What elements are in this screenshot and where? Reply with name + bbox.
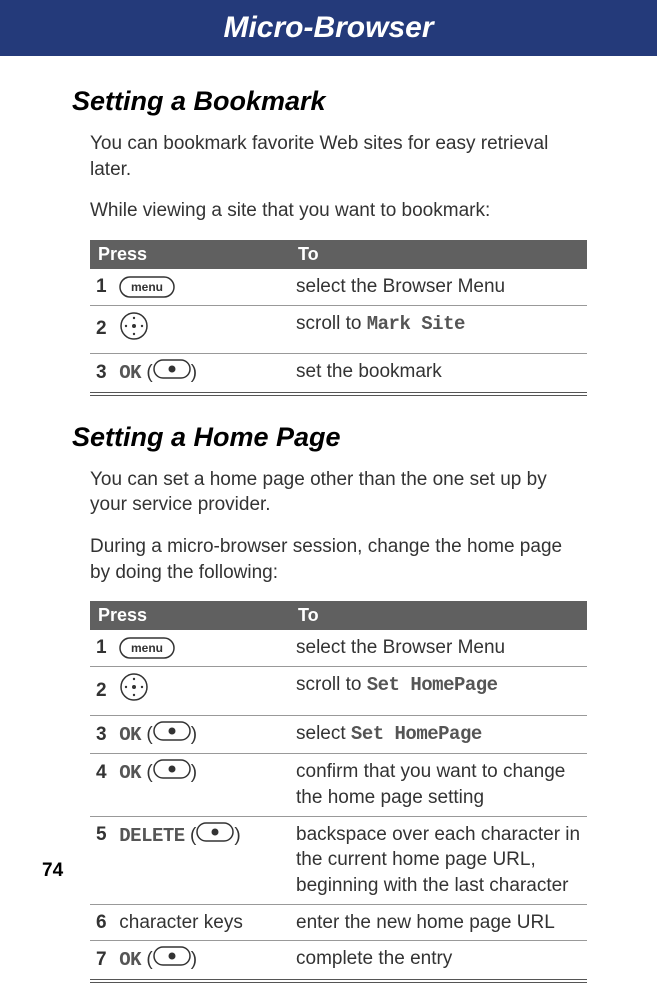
- section1-p2: While viewing a site that you want to bo…: [90, 198, 587, 224]
- press-cell: 3 OK (): [90, 715, 290, 754]
- section1-table: Press To 1 menu select the Browser Menu 2 …: [90, 240, 587, 396]
- select-button-icon: [153, 759, 191, 787]
- to-cell: select the Browser Menu: [290, 630, 587, 666]
- to-cell: complete the entry: [290, 941, 587, 980]
- to-key: Set HomePage: [367, 674, 498, 696]
- table-row: 3 OK ()select Set HomePage: [90, 715, 587, 754]
- ok-label: OK: [119, 949, 141, 971]
- section2-table: Press To 1 menu select the Browser Menu 2 …: [90, 601, 587, 982]
- delete-label: DELETE: [119, 824, 184, 846]
- to-text: select the Browser Menu: [296, 637, 505, 658]
- table-row: 5 DELETE ()backspace over each character…: [90, 816, 587, 904]
- section2-p2: During a micro-browser session, change t…: [90, 534, 587, 585]
- to-cell: set the bookmark: [290, 354, 587, 393]
- svg-text:menu: menu: [131, 280, 163, 294]
- table-row: 1 menu select the Browser Menu: [90, 630, 587, 666]
- menu-button-icon: menu: [119, 276, 175, 298]
- page-title: Micro-Browser: [223, 11, 433, 45]
- to-cell: confirm that you want to change the home…: [290, 754, 587, 816]
- col-to: To: [290, 240, 587, 269]
- step-number: 2: [96, 678, 114, 704]
- table-row: 1 menu select the Browser Menu: [90, 269, 587, 305]
- section2-title: Setting a Home Page: [72, 422, 587, 453]
- step-number: 2: [96, 316, 114, 342]
- ok-label: OK: [119, 362, 141, 384]
- ok-label: OK: [119, 724, 141, 746]
- select-button-icon: [153, 721, 191, 749]
- to-text: enter the new home page URL: [296, 912, 555, 933]
- to-text: complete the entry: [296, 948, 452, 969]
- page-number: 74: [42, 860, 63, 882]
- press-cell: 5 DELETE (): [90, 816, 290, 904]
- to-key: Mark Site: [367, 313, 465, 335]
- to-text: select: [296, 723, 351, 744]
- header-bar: Micro-Browser: [0, 0, 657, 56]
- press-cell: 1 menu: [90, 630, 290, 666]
- to-cell: scroll to Set HomePage: [290, 667, 587, 716]
- svg-text:menu: menu: [131, 641, 163, 655]
- press-cell: 1 menu: [90, 269, 290, 305]
- step-number: 6: [96, 910, 114, 936]
- select-button-icon: [196, 822, 234, 850]
- step-number: 7: [96, 947, 114, 973]
- section1-title: Setting a Bookmark: [72, 86, 587, 117]
- step-number: 3: [96, 722, 114, 748]
- press-cell: 3 OK (): [90, 354, 290, 393]
- press-cell: 7 OK (): [90, 941, 290, 980]
- col-to: To: [290, 601, 587, 630]
- to-cell: enter the new home page URL: [290, 904, 587, 941]
- col-press: Press: [90, 240, 290, 269]
- to-key: Set HomePage: [351, 723, 482, 745]
- to-cell: backspace over each character in the cur…: [290, 816, 587, 904]
- table-row: 4 OK ()confirm that you want to change t…: [90, 754, 587, 816]
- to-text: backspace over each character in the cur…: [296, 824, 580, 896]
- table-row: 3 OK () set the bookmark: [90, 354, 587, 393]
- to-text: scroll to: [296, 674, 367, 695]
- to-text: set the bookmark: [296, 361, 442, 382]
- table-row: 7 OK () complete the entry: [90, 941, 587, 980]
- step-number: 5: [96, 822, 114, 848]
- select-button-icon: [153, 359, 191, 387]
- nav-button-icon: [119, 311, 149, 349]
- to-text: confirm that you want to change the home…: [296, 761, 565, 808]
- section2-p1: You can set a home page other than the o…: [90, 467, 587, 518]
- step-number: 1: [96, 274, 114, 300]
- step-number: 1: [96, 635, 114, 661]
- nav-button-icon: [119, 672, 149, 710]
- to-cell: scroll to Mark Site: [290, 305, 587, 354]
- to-text: scroll to: [296, 313, 367, 334]
- to-text: select the Browser Menu: [296, 276, 505, 297]
- step-number: 3: [96, 360, 114, 386]
- press-cell: 4 OK (): [90, 754, 290, 816]
- content-area: Setting a Bookmark You can bookmark favo…: [0, 56, 657, 983]
- select-button-icon: [153, 946, 191, 974]
- press-cell: 2: [90, 667, 290, 716]
- col-press: Press: [90, 601, 290, 630]
- press-cell: 2: [90, 305, 290, 354]
- section1-p1: You can bookmark favorite Web sites for …: [90, 131, 587, 182]
- to-cell: select the Browser Menu: [290, 269, 587, 305]
- to-cell: select Set HomePage: [290, 715, 587, 754]
- table-row: 6 character keys enter the new home page …: [90, 904, 587, 941]
- press-text: character keys: [119, 912, 243, 933]
- ok-label: OK: [119, 762, 141, 784]
- table-row: 2 scroll to Set HomePage: [90, 667, 587, 716]
- step-number: 4: [96, 760, 114, 786]
- menu-button-icon: menu: [119, 637, 175, 659]
- table-row: 2 scroll to Mark Site: [90, 305, 587, 354]
- press-cell: 6 character keys: [90, 904, 290, 941]
